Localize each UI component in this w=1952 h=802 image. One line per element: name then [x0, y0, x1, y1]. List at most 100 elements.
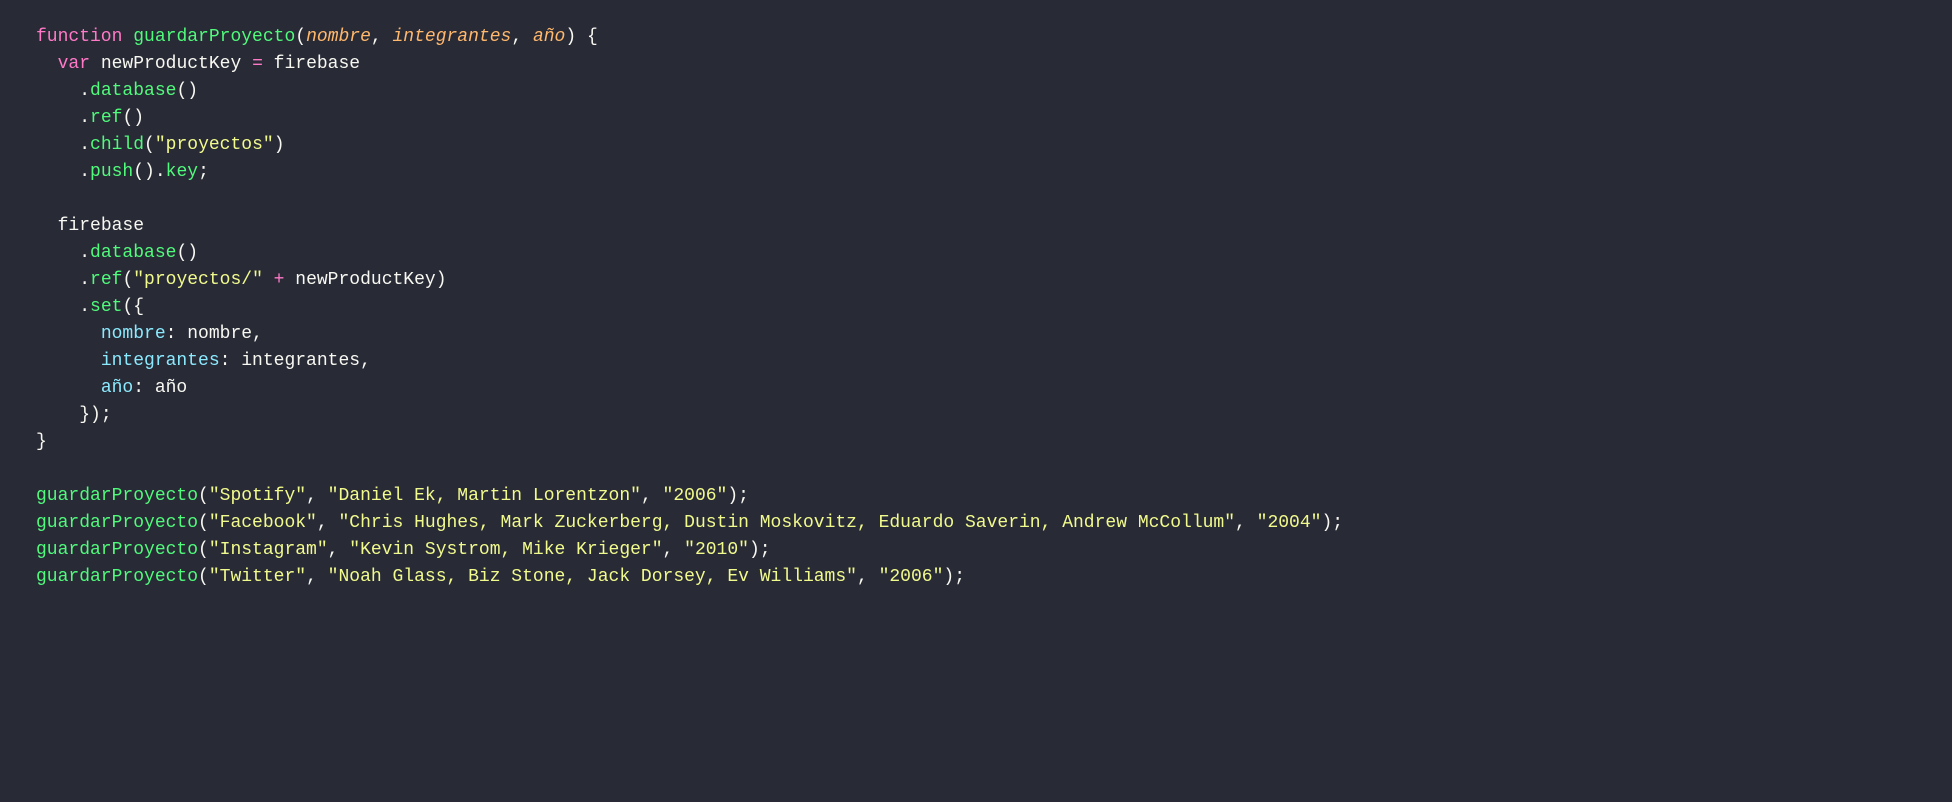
identifier-firebase: firebase: [274, 54, 360, 74]
comma: ,: [511, 27, 533, 47]
close-paren: ): [565, 27, 576, 47]
indent: [36, 297, 79, 317]
method-database: database: [90, 243, 176, 263]
dot: .: [79, 108, 90, 128]
attr-ano: año: [101, 378, 133, 398]
semicolon: ;: [198, 162, 209, 182]
open-paren: (: [295, 27, 306, 47]
string-arg: "2006": [879, 567, 944, 587]
dot: .: [79, 297, 90, 317]
comma: ,: [328, 540, 350, 560]
dot: .: [79, 270, 90, 290]
code-line-14: año: año: [36, 378, 187, 398]
equals-operator: =: [241, 54, 273, 74]
property-key: key: [166, 162, 198, 182]
code-line-1: function guardarProyecto(nombre, integra…: [36, 27, 598, 47]
comma: ,: [252, 324, 263, 344]
code-line-8: firebase: [36, 216, 144, 236]
code-line-6: .push().key;: [36, 162, 209, 182]
function-call: guardarProyecto: [36, 513, 198, 533]
method-ref: ref: [90, 108, 122, 128]
open-paren: (: [198, 486, 209, 506]
code-line-3: .database(): [36, 81, 198, 101]
param-nombre: nombre: [306, 27, 371, 47]
method-database: database: [90, 81, 176, 101]
code-line-11: .set({: [36, 297, 144, 317]
function-call: guardarProyecto: [36, 486, 198, 506]
identifier: nombre: [187, 324, 252, 344]
string-arg: "2006": [663, 486, 728, 506]
indent: [36, 270, 79, 290]
indent: [36, 324, 101, 344]
indent: [36, 135, 79, 155]
dot: .: [155, 162, 166, 182]
code-line-5: .child("proyectos"): [36, 135, 285, 155]
parens: (): [133, 162, 155, 182]
open-paren: (: [198, 567, 209, 587]
plus-operator: +: [263, 270, 295, 290]
indent: [36, 216, 58, 236]
open-paren-brace: ({: [122, 297, 144, 317]
code-line-10: .ref("proyectos/" + newProductKey): [36, 270, 447, 290]
string-proyectos-path: "proyectos/": [133, 270, 263, 290]
string-arg: "Spotify": [209, 486, 306, 506]
close-paren: );: [943, 567, 965, 587]
parens: (): [122, 108, 144, 128]
parens: (): [176, 243, 198, 263]
comma: ,: [306, 567, 328, 587]
identifier: año: [155, 378, 187, 398]
string-arg: "2010": [684, 540, 749, 560]
close-paren: );: [749, 540, 771, 560]
open-brace: {: [576, 27, 598, 47]
code-line-4: .ref(): [36, 108, 144, 128]
indent: [36, 243, 79, 263]
blank-line: [36, 189, 47, 209]
string-arg: "Chris Hughes, Mark Zuckerberg, Dustin M…: [338, 513, 1235, 533]
code-line-16: }: [36, 432, 47, 452]
indent: [36, 162, 79, 182]
code-block[interactable]: function guardarProyecto(nombre, integra…: [36, 24, 1916, 591]
string-arg: "Noah Glass, Biz Stone, Jack Dorsey, Ev …: [328, 567, 857, 587]
string-arg: "2004": [1257, 513, 1322, 533]
comma: ,: [306, 486, 328, 506]
code-line-2: var newProductKey = firebase: [36, 54, 360, 74]
keyword-var: var: [58, 54, 90, 74]
blank-line: [36, 459, 47, 479]
dot: .: [79, 243, 90, 263]
string-proyectos: "proyectos": [155, 135, 274, 155]
code-line-9: .database(): [36, 243, 198, 263]
comma: ,: [317, 513, 339, 533]
indent: [36, 54, 58, 74]
param-integrantes: integrantes: [393, 27, 512, 47]
identifier: newProductKey: [101, 54, 241, 74]
dot: .: [79, 81, 90, 101]
identifier: integrantes: [241, 351, 360, 371]
comma: ,: [360, 351, 371, 371]
code-line-12: nombre: nombre,: [36, 324, 263, 344]
indent: [36, 108, 79, 128]
attr-integrantes: integrantes: [101, 351, 220, 371]
function-call: guardarProyecto: [36, 540, 198, 560]
call-line-1: guardarProyecto("Spotify", "Daniel Ek, M…: [36, 486, 749, 506]
method-child: child: [90, 135, 144, 155]
close-paren: ): [436, 270, 447, 290]
indent: [36, 81, 79, 101]
call-line-4: guardarProyecto("Twitter", "Noah Glass, …: [36, 567, 965, 587]
close-brace-paren: });: [79, 405, 111, 425]
code-line-15: });: [36, 405, 112, 425]
colon: :: [133, 378, 155, 398]
comma: ,: [663, 540, 685, 560]
method-push: push: [90, 162, 133, 182]
indent: [36, 378, 101, 398]
code-line-13: integrantes: integrantes,: [36, 351, 371, 371]
method-ref: ref: [90, 270, 122, 290]
close-paren: );: [727, 486, 749, 506]
string-arg: "Facebook": [209, 513, 317, 533]
space: [90, 54, 101, 74]
string-arg: "Daniel Ek, Martin Lorentzon": [328, 486, 641, 506]
call-line-2: guardarProyecto("Facebook", "Chris Hughe…: [36, 513, 1343, 533]
colon: :: [166, 324, 188, 344]
colon: :: [220, 351, 242, 371]
open-paren: (: [144, 135, 155, 155]
identifier-firebase: firebase: [58, 216, 144, 236]
